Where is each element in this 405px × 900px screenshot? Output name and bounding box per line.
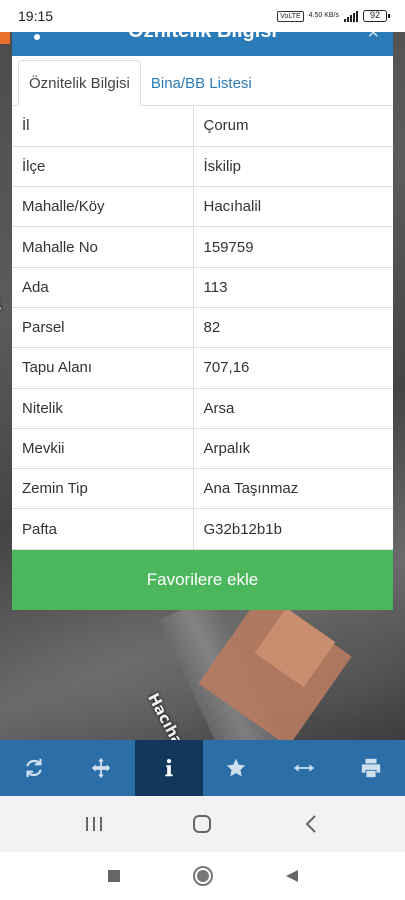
table-row: Parsel 82	[12, 307, 393, 349]
attribute-value: Çorum	[193, 106, 393, 147]
volte-icon: VoLTE	[277, 10, 304, 22]
attribute-key: Mevkii	[12, 428, 194, 470]
panel-tabs: Öznitelik Bilgisi Bina/BB Listesi	[12, 56, 393, 106]
attribute-key: Parsel	[12, 307, 194, 349]
home-button[interactable]	[182, 804, 222, 844]
map-side-label: Ha	[0, 290, 6, 317]
secondary-nav	[0, 852, 405, 900]
table-row: Mahalle/Köy Hacıhalil	[12, 186, 393, 228]
table-row: İlçe İskilip	[12, 146, 393, 188]
attribute-key: Zemin Tip	[12, 468, 194, 510]
back-icon	[305, 815, 316, 833]
table-row: Tapu Alanı 707,16	[12, 347, 393, 389]
star-icon	[227, 758, 246, 777]
attribute-key: Tapu Alanı	[12, 347, 194, 389]
signal-icon	[344, 10, 358, 22]
back-button[interactable]	[291, 804, 331, 844]
attribute-key: Pafta	[12, 508, 194, 550]
attribute-value: Ana Taşınmaz	[193, 468, 393, 510]
attribute-panel: Öznitelik Bilgisi Bina/BB Listesi İl Çoru…	[12, 56, 393, 550]
attribute-value: Hacıhalil	[193, 186, 393, 228]
android-nav-bar	[0, 796, 405, 852]
battery-icon: 92	[363, 10, 390, 22]
measure-icon	[293, 764, 314, 772]
network-speed: 4.50 KB/s	[308, 12, 339, 19]
table-row: Pafta G32b12b1b	[12, 508, 393, 550]
measure-button[interactable]	[270, 740, 338, 796]
recents-icon	[86, 817, 103, 831]
attribute-key: Nitelik	[12, 388, 194, 429]
table-row: İl Çorum	[12, 106, 393, 147]
attribute-table: İl Çorum İlçe İskilip Mahalle/Köy Hacıhalil Ma…	[12, 106, 393, 550]
panel-title: Öznitelik Bilgisi	[12, 32, 393, 43]
attribute-value: G32b12b1b	[193, 508, 393, 550]
map-marker-edge	[0, 30, 10, 44]
attribute-value: 113	[193, 267, 393, 308]
attribute-key: Ada	[12, 267, 194, 308]
status-time: 19:15	[18, 8, 54, 24]
move-icon	[92, 757, 111, 779]
close-icon[interactable]: ×	[367, 32, 379, 45]
record-icon[interactable]	[192, 865, 214, 887]
attribute-value: 707,16	[193, 347, 393, 389]
table-row: Ada 113	[12, 267, 393, 308]
attribute-value: İskilip	[193, 146, 393, 188]
attribute-value: 159759	[193, 226, 393, 268]
table-row: Zemin Tip Ana Taşınmaz	[12, 468, 393, 510]
tab-attribute-info[interactable]: Öznitelik Bilgisi	[18, 60, 141, 106]
attribute-key: Mahalle/Köy	[12, 186, 194, 228]
attribute-key: İl	[12, 106, 194, 147]
bottom-toolbar	[0, 740, 405, 796]
attribute-key: İlçe	[12, 146, 194, 188]
recents-button[interactable]	[74, 804, 114, 844]
info-button[interactable]	[135, 740, 203, 796]
favorites-button[interactable]	[203, 740, 271, 796]
status-icons: VoLTE 4.50 KB/s 92	[277, 10, 390, 22]
add-favorite-button[interactable]: Favorilere ekle	[12, 550, 393, 610]
move-button[interactable]	[68, 740, 136, 796]
refresh-button[interactable]	[0, 740, 68, 796]
stop-icon[interactable]	[106, 868, 122, 884]
table-row: Mahalle No 159759	[12, 226, 393, 268]
print-button[interactable]	[338, 740, 405, 796]
panel-header: Öznitelik Bilgisi ×	[12, 32, 393, 56]
attribute-value: Arpalık	[193, 428, 393, 470]
home-icon	[193, 815, 212, 833]
status-bar: 19:15 VoLTE 4.50 KB/s 92	[0, 0, 405, 32]
attribute-key: Mahalle No	[12, 226, 194, 268]
attribute-value: Arsa	[193, 388, 393, 429]
tab-building-list[interactable]: Bina/BB Listesi	[141, 60, 262, 106]
attribute-value: 82	[193, 307, 393, 349]
play-back-icon[interactable]	[284, 868, 300, 884]
table-row: Nitelik Arsa	[12, 388, 393, 429]
refresh-icon	[26, 758, 42, 778]
print-icon	[362, 758, 381, 778]
info-icon	[165, 759, 173, 777]
table-row: Mevkii Arpalık	[12, 428, 393, 470]
